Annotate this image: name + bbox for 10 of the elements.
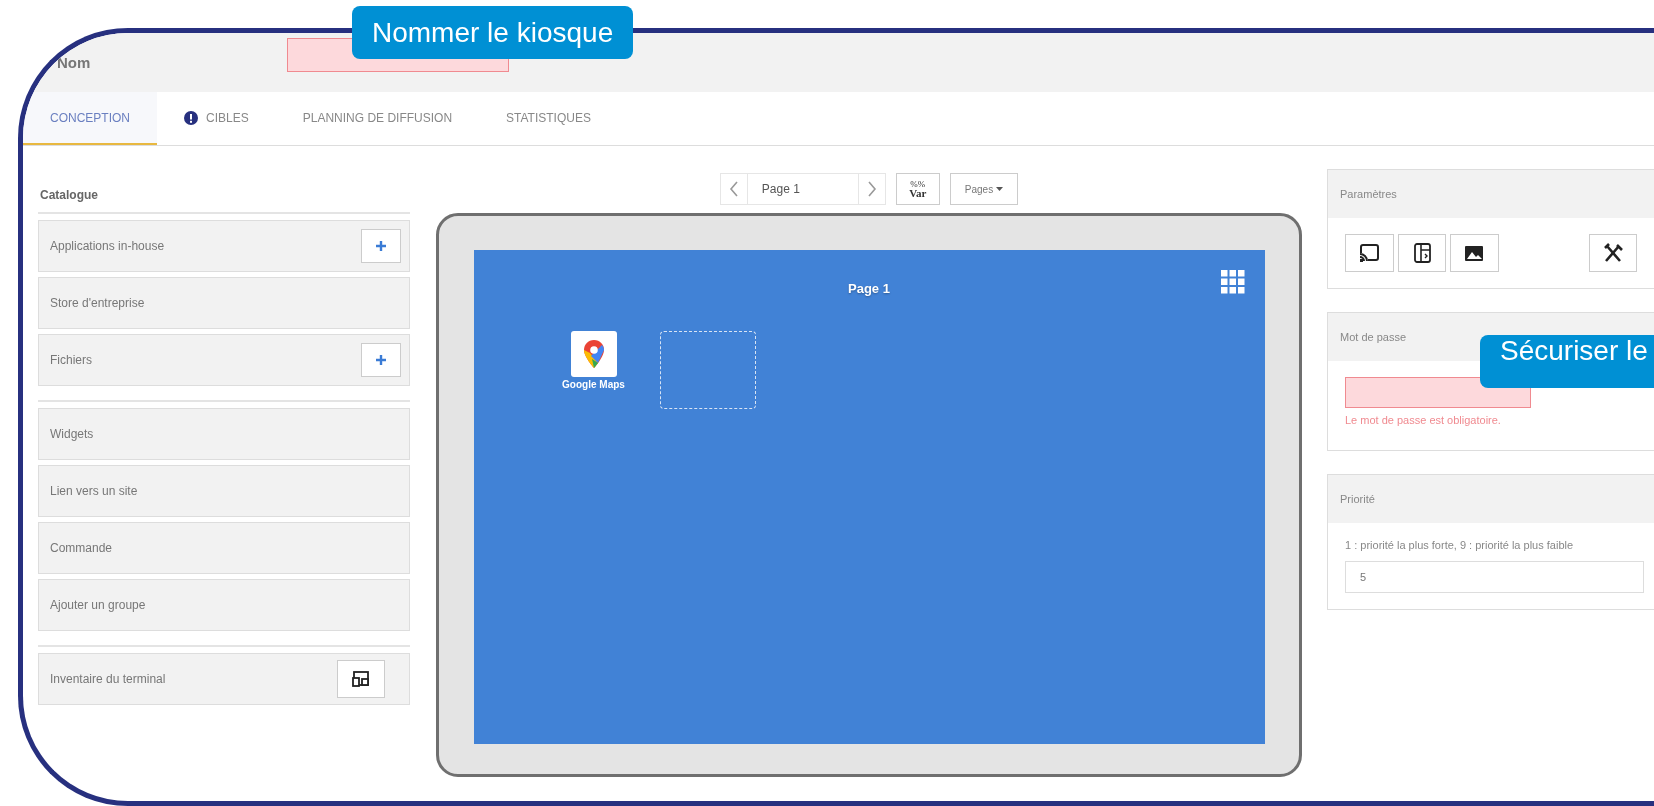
name-label: Nom bbox=[57, 54, 92, 71]
app-label: Google Maps bbox=[562, 379, 625, 390]
panel-title: Priorité bbox=[1328, 475, 1654, 523]
hint-text: 1 : priorité la plus forte, 9 : priorité la plus faible bbox=[1345, 539, 1575, 551]
panel-title: Paramètres bbox=[1328, 170, 1654, 218]
annotation-tooltip: Nommer le kiosque bbox=[352, 6, 634, 59]
error-message: Le mot de passe est obligatoire. bbox=[1345, 414, 1502, 428]
page-title: Page 1 bbox=[848, 281, 890, 296]
annotation-tooltip: Sécuriser le bbox=[1480, 335, 1654, 388]
catalogue-title: Catalogue bbox=[39, 188, 99, 204]
